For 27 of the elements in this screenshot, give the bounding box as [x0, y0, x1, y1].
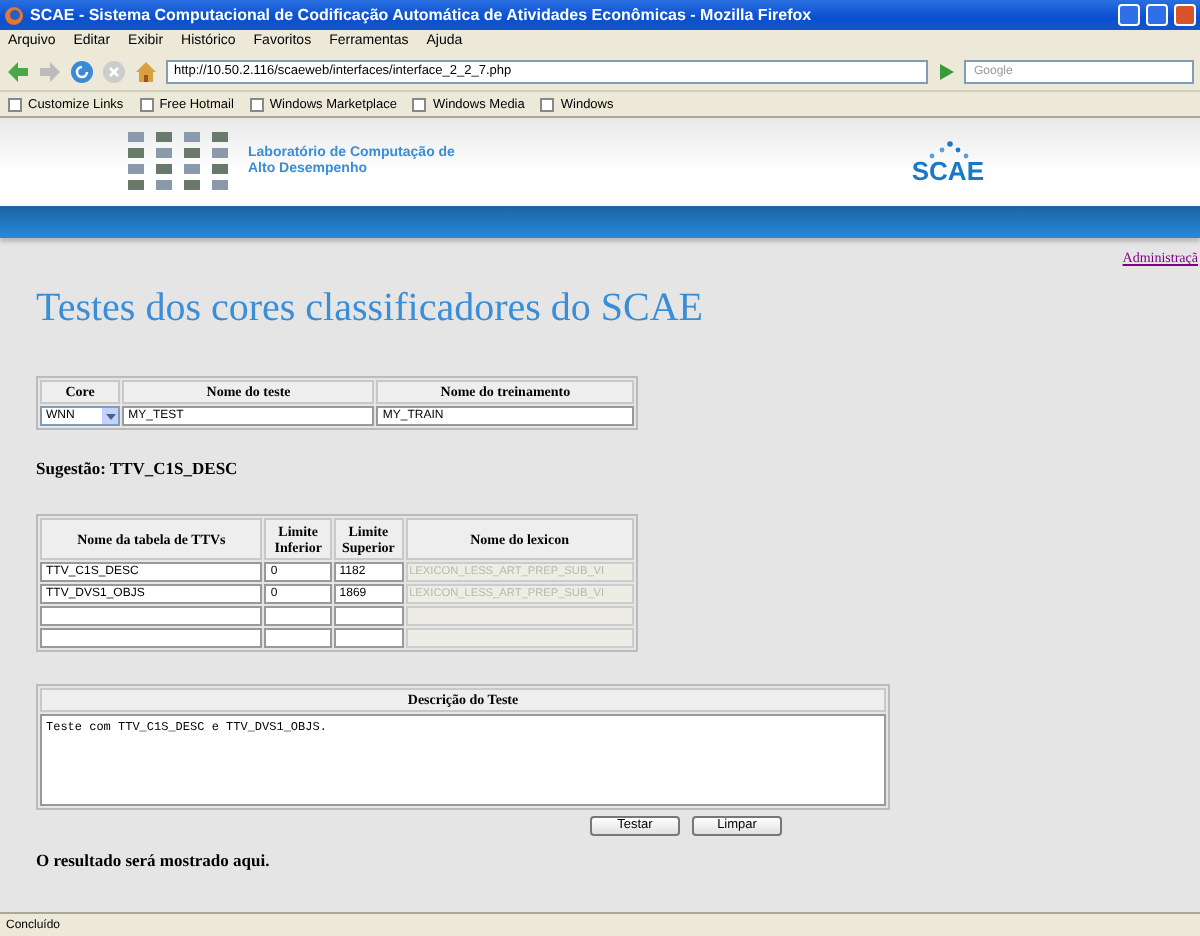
lower-limit-field[interactable] — [264, 606, 332, 626]
page-heading: Testes dos cores classificadores do SCAE — [36, 286, 706, 332]
upper-limit-field[interactable] — [333, 628, 404, 648]
suggestion-text: Sugestão: TTV_C1S_DESC — [36, 458, 240, 478]
upper-limit-field[interactable] — [333, 606, 404, 626]
bookmark-icon — [8, 97, 22, 111]
back-icon[interactable] — [6, 59, 30, 83]
go-icon[interactable] — [936, 61, 956, 81]
close-button[interactable] — [1174, 4, 1196, 26]
minimize-button[interactable] — [1118, 4, 1140, 26]
table-name-field[interactable] — [40, 606, 263, 626]
window-title: SCAE - Sistema Computacional de Codificação Automática de Atividades Econômicas - Mozilla Firefox — [30, 6, 814, 24]
home-icon[interactable] — [134, 59, 158, 83]
maximize-button[interactable] — [1146, 4, 1168, 26]
firefox-icon — [4, 5, 24, 25]
logo-text: SCAE — [911, 160, 984, 184]
bookmark-icon — [139, 97, 154, 111]
forward-icon[interactable] — [38, 59, 62, 83]
dropdown-arrow-icon — [105, 413, 116, 419]
bookmark-icon — [540, 97, 555, 111]
stop-icon[interactable] — [102, 59, 126, 83]
result-text: O resultado será mostrado aqui. — [36, 850, 272, 870]
reload-icon[interactable] — [70, 59, 94, 83]
lower-limit-field[interactable] — [264, 628, 332, 648]
bookmark-icon — [412, 97, 427, 111]
table-name-field[interactable] — [40, 628, 263, 648]
bookmark-icon — [249, 97, 264, 111]
